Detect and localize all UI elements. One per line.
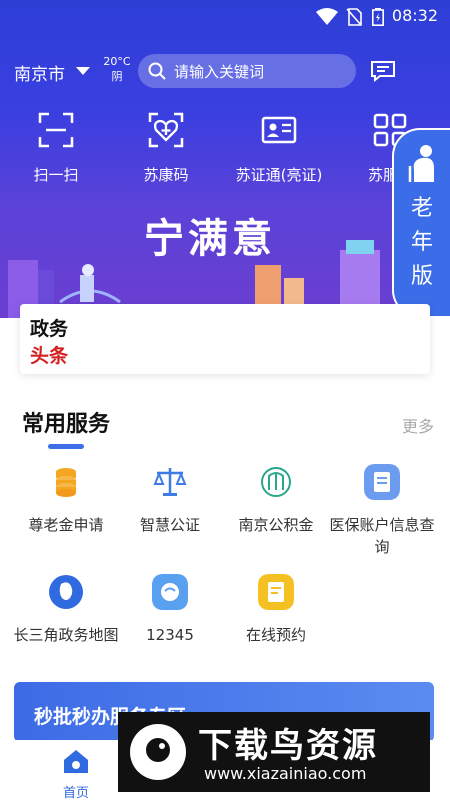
hero-header: 08:32 南京市 20°C 阴 请输入关键词 扫一扫 苏康码 苏证通(亮证): [0, 0, 450, 318]
watermark: 下载鸟资源 www.xiazainiao.com: [118, 712, 430, 792]
news-label-line1: 政务: [30, 318, 69, 340]
home-icon: [64, 750, 88, 773]
more-link[interactable]: 更多: [402, 413, 434, 437]
service-label: 尊老金申请: [28, 516, 104, 534]
tab-home[interactable]: 首页: [52, 748, 100, 800]
doc-icon: [364, 464, 400, 500]
service-item[interactable]: 智慧公证: [114, 464, 226, 536]
calendar-icon: [258, 574, 294, 610]
weather-desc: 阴: [111, 70, 123, 83]
elder-mode-label: 老 年 版: [410, 196, 433, 289]
service-label: 长三角政务地图: [13, 626, 119, 644]
service-item[interactable]: 医保账户信息查询: [326, 464, 438, 558]
service-item[interactable]: 尊老金申请: [10, 464, 122, 536]
service-item[interactable]: 12345: [114, 574, 226, 646]
search-placeholder: 请输入关键词: [174, 63, 265, 81]
message-icon[interactable]: [370, 60, 396, 82]
quick-label: 苏证通(亮证): [235, 166, 323, 184]
status-bar: 08:32: [0, 0, 450, 32]
fund-icon: [261, 467, 291, 497]
quick-label: 苏康码: [143, 166, 189, 184]
watermark-url: www.xiazainiao.com: [204, 764, 367, 783]
search-input[interactable]: 请输入关键词: [138, 54, 356, 88]
tab-home-label: 首页: [62, 786, 89, 800]
service-label: 在线预约: [245, 626, 306, 644]
elder-mode-button[interactable]: 老 年 版: [392, 128, 450, 318]
id-card-icon: [261, 116, 297, 144]
service-item[interactable]: 长三角政务地图: [10, 574, 122, 646]
health-code-icon: [148, 112, 184, 148]
status-time: 08:32: [391, 6, 438, 25]
news-card[interactable]: 政务 头条: [20, 304, 430, 374]
search-icon: [148, 62, 166, 80]
battery-icon: [372, 8, 384, 26]
service-item[interactable]: 在线预约: [220, 574, 332, 646]
map-icon: [49, 575, 83, 609]
service-label: 12345: [146, 626, 194, 644]
quick-actions: 扫一扫 苏康码 苏证通(亮证) 苏服: [0, 112, 450, 192]
section-title: 常用服务: [22, 412, 111, 437]
coins-icon: [56, 468, 76, 497]
banner-title: 宁满意: [144, 215, 276, 262]
service-label: 南京公积金: [238, 516, 314, 534]
chevron-down-icon[interactable]: [76, 67, 90, 75]
scales-icon: [153, 468, 187, 496]
weather: 20°C 阴: [100, 54, 134, 84]
watermark-logo: [130, 724, 186, 780]
service-label: 医保账户信息查询: [329, 516, 435, 556]
service-item[interactable]: 南京公积金: [220, 464, 332, 536]
elderly-person-icon: [408, 145, 434, 182]
top-row: 南京市 20°C 阴 请输入关键词: [0, 52, 450, 92]
weather-temp: 20°C: [103, 55, 131, 68]
quick-scan[interactable]: 扫一扫: [6, 112, 106, 185]
scan-icon: [38, 112, 74, 148]
quick-health-code[interactable]: 苏康码: [116, 112, 216, 185]
section-underline: [48, 444, 84, 449]
quick-id-card[interactable]: 苏证通(亮证): [229, 112, 329, 185]
watermark-title: 下载鸟资源: [198, 726, 378, 766]
service-label: 智慧公证: [139, 516, 200, 534]
quick-label: 扫一扫: [33, 166, 79, 184]
phone-icon: [152, 574, 188, 610]
wifi-icon: [316, 8, 338, 25]
no-sim-icon: [346, 8, 362, 26]
news-label-line2: 头条: [30, 345, 69, 367]
city-selector[interactable]: 南京市: [14, 60, 65, 85]
